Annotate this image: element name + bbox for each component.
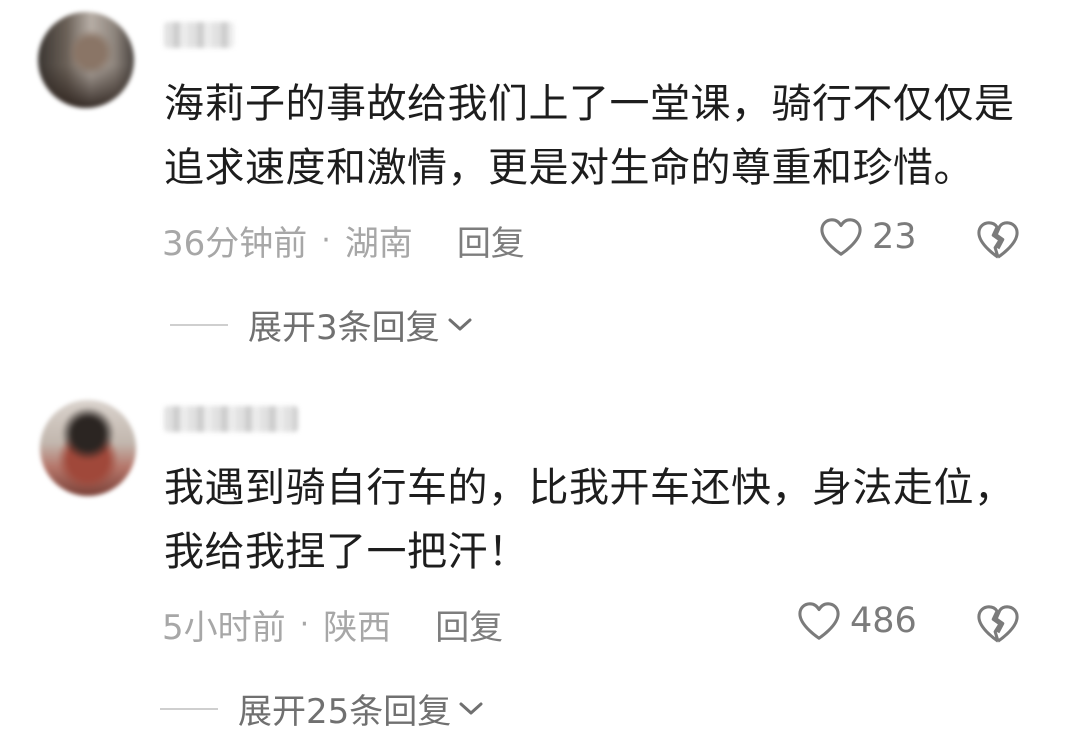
comment-item: 海莉子的事故给我们上了一堂课，骑行不仅仅是追求速度和激情，更是对生命的尊重和珍惜… <box>0 0 1067 370</box>
comment-item: 我遇到骑自行车的，比我开车还快，身法走位，我给我捏了一把汗！ 5小时前 · 陕西… <box>0 380 1067 741</box>
meta-separator: · <box>321 223 331 258</box>
like-button[interactable]: 23 <box>818 216 917 258</box>
comment-meta: 36分钟前 · 湖南 回复 <box>162 216 525 265</box>
username-blurred[interactable] <box>164 22 234 48</box>
heart-outline-icon <box>820 218 862 256</box>
comment-time: 36分钟前 <box>162 224 308 264</box>
chevron-down-icon <box>459 702 483 714</box>
expand-replies-button[interactable]: 展开3条回复 <box>170 300 474 349</box>
comment-location: 湖南 <box>344 224 413 264</box>
reply-button[interactable]: 回复 <box>435 600 503 649</box>
comment-text: 海莉子的事故给我们上了一堂课，骑行不仅仅是追求速度和激情，更是对生命的尊重和珍惜… <box>164 81 1015 191</box>
broken-heart-icon[interactable] <box>975 603 1021 645</box>
comment-time: 5小时前 <box>162 608 286 648</box>
broken-heart-icon[interactable] <box>975 219 1021 261</box>
meta-separator: · <box>299 607 310 642</box>
expand-replies-label: 展开3条回复 <box>248 308 440 348</box>
expand-replies-button[interactable]: 展开25条回复 <box>160 684 485 733</box>
reply-button[interactable]: 回复 <box>457 216 525 265</box>
comment-location: 陕西 <box>323 608 392 648</box>
expand-replies-label: 展开25条回复 <box>238 692 452 732</box>
comment-meta: 5小时前 · 陕西 回复 <box>162 600 503 649</box>
like-count: 486 <box>850 601 917 641</box>
comment-text: 我遇到骑自行车的，比我开车还快，身法走位，我给我捏了一把汗！ <box>164 465 1015 575</box>
avatar[interactable] <box>40 400 136 496</box>
divider-line <box>170 323 228 326</box>
chevron-down-icon <box>448 318 472 330</box>
heart-outline-icon <box>798 602 840 640</box>
like-count: 23 <box>872 217 917 257</box>
divider-line <box>160 707 218 710</box>
username-blurred[interactable] <box>164 406 298 432</box>
like-button[interactable]: 486 <box>796 600 917 642</box>
avatar[interactable] <box>38 12 134 108</box>
